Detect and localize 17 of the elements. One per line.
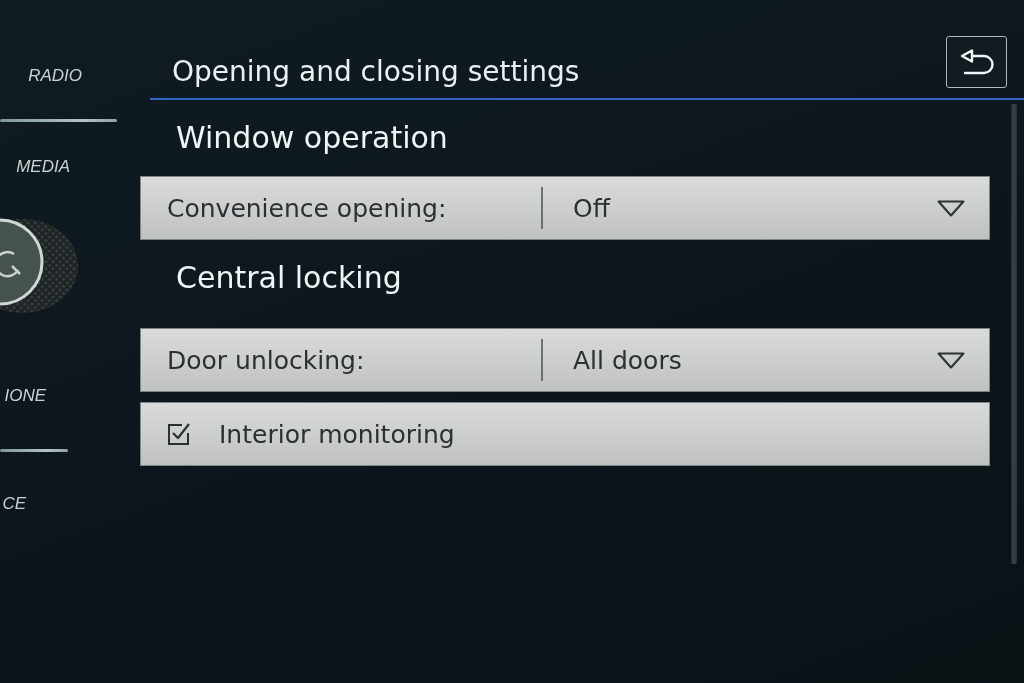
caret-icon [937, 199, 965, 217]
setting-label: Convenience opening: [166, 193, 448, 223]
scrollbar-track[interactable] [1011, 104, 1017, 564]
section-heading: Central locking [176, 260, 403, 296]
sidebar-item[interactable]: CE [0, 494, 26, 514]
sidebar-item[interactable]: MEDIA [0, 157, 70, 177]
section-heading: Window operation [176, 120, 449, 156]
value-dropdown[interactable]: Off [543, 177, 989, 239]
caret-icon [937, 351, 965, 369]
setting-label: Door unlocking: [166, 345, 366, 375]
back-arrow-icon [959, 49, 994, 75]
page-title: Opening and closing settings [172, 55, 580, 88]
sidebar-item[interactable]: RADIO [0, 66, 82, 86]
checkbox-row[interactable]: Interior monitoring [140, 402, 990, 466]
sidebar-item[interactable]: IONE [0, 386, 46, 406]
value-dropdown[interactable]: All doors [543, 329, 989, 391]
back-button[interactable] [946, 36, 1007, 88]
